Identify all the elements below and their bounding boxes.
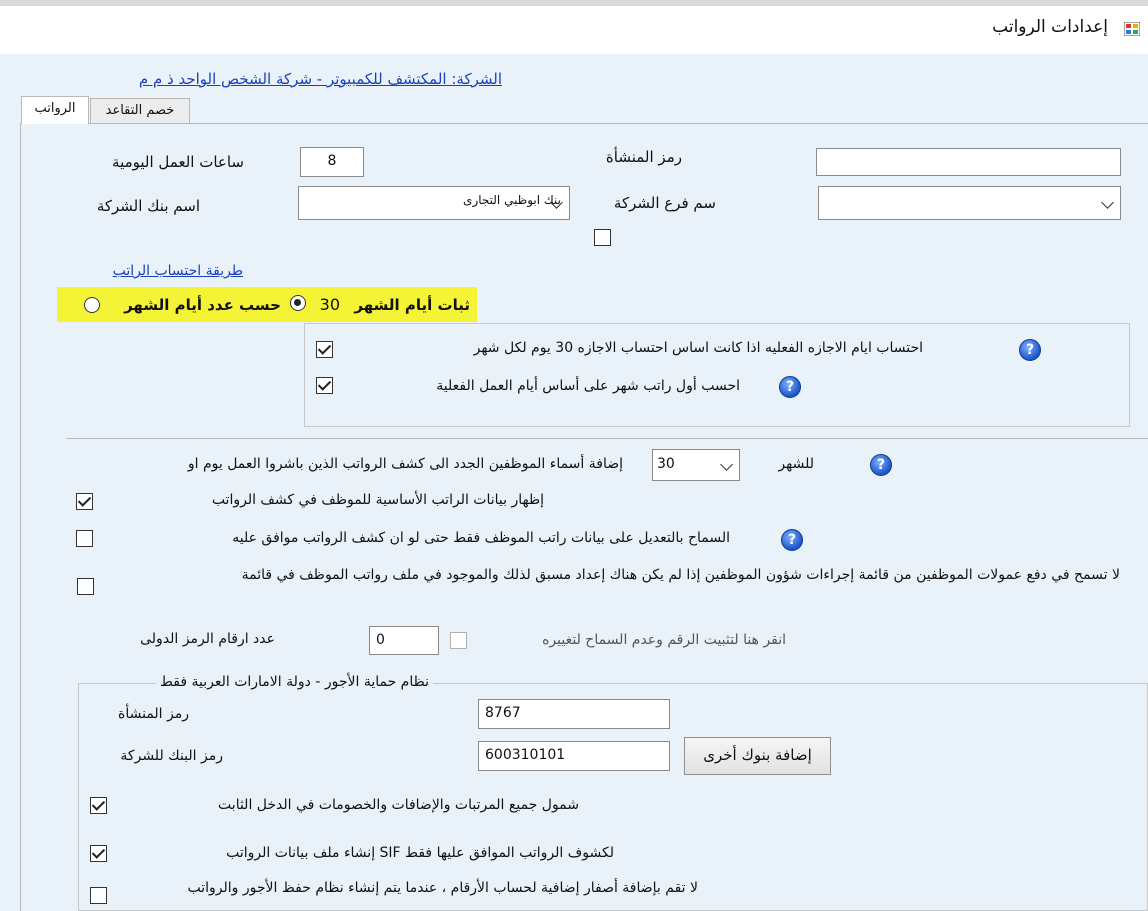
intl-digits-label: عدد ارقام الرمز الدولى: [140, 631, 275, 647]
leave-days-label: احتساب ايام الاجازه الفعليه اذا كانت اسا…: [473, 340, 923, 356]
wps-legend: نظام حماية الأجور - دولة الامارات العربي…: [155, 674, 433, 690]
company-bank-select[interactable]: بنك ابوظبي التجارى: [298, 186, 570, 220]
establishment-code-input[interactable]: [816, 148, 1121, 176]
separator: [66, 438, 1148, 439]
include-all-checkbox[interactable]: [90, 797, 107, 814]
intl-digits-input[interactable]: 0: [369, 626, 439, 655]
radio-by-days[interactable]: [84, 297, 100, 313]
company-bank-value: بنك ابوظبي التجارى: [463, 193, 561, 207]
radio-by-days-label: حسب عدد أيام الشهر: [124, 296, 281, 314]
fix-number-checkbox[interactable]: [450, 632, 467, 649]
app-window-icon: [1124, 22, 1140, 36]
wps-bank-code-label: رمز البنك للشركة: [120, 748, 223, 764]
include-all-label: شمول جميع المرتبات والإضافات والخصومات ف…: [218, 797, 579, 813]
show-basic-label: إظهار بيانات الراتب الأساسية للموظف في ك…: [211, 492, 544, 508]
allow-edit-label: السماح بالتعديل على بيانات راتب الموظف ف…: [232, 530, 730, 546]
chevron-down-icon: [1101, 196, 1114, 209]
radio-fixed-days[interactable]: [290, 295, 306, 311]
show-basic-checkbox[interactable]: [76, 493, 93, 510]
fix-number-label: انقر هنا لتثبيت الرقم وعدم السماح لتغيير…: [542, 632, 786, 648]
radio-fixed-days-number: 30: [319, 295, 340, 314]
wps-establishment-label: رمز المنشأة: [118, 706, 189, 722]
branch-checkbox[interactable]: [594, 229, 611, 246]
daily-hours-label: ساعات العمل اليومية: [112, 153, 244, 171]
help-icon[interactable]: ?: [1019, 339, 1041, 361]
chevron-down-icon: [720, 458, 733, 471]
help-icon[interactable]: ?: [779, 376, 801, 398]
wps-bank-code-input[interactable]: 600310101: [478, 741, 670, 771]
branch-label: سم فرع الشركة: [613, 194, 716, 212]
add-new-emp-day-value: 30: [657, 456, 675, 472]
no-commissions-label: لا تسمح في دفع عمولات الموظفين من قائمة …: [241, 567, 1120, 583]
tab-salaries[interactable]: الرواتب: [21, 96, 89, 124]
help-icon[interactable]: ?: [870, 454, 892, 476]
sif-label: لكشوف الرواتب الموافق عليها فقط SIF إنشا…: [226, 845, 614, 861]
first-salary-label: احسب أول راتب شهر على أساس أيام العمل ال…: [436, 378, 740, 394]
no-commissions-checkbox[interactable]: [77, 578, 94, 595]
daily-hours-input[interactable]: 8: [300, 147, 364, 177]
window-title: إعدادات الرواتب: [992, 17, 1108, 37]
company-link[interactable]: الشركة: المكتشف للكمبيوتر - شركة الشخص ا…: [139, 70, 502, 88]
salary-options-group: [304, 323, 1130, 427]
first-salary-checkbox[interactable]: [316, 377, 333, 394]
radio-fixed-days-label: ثبات أيام الشهر: [354, 296, 470, 314]
allow-edit-checkbox[interactable]: [76, 530, 93, 547]
add-new-emp-label: إضافة أسماء الموظفين الجدد الى كشف الروا…: [187, 456, 623, 472]
add-new-emp-suffix: للشهر: [778, 456, 814, 472]
establishment-code-label: رمز المنشأة: [605, 148, 682, 166]
add-banks-button[interactable]: إضافة بنوك أخرى: [684, 737, 831, 775]
leave-days-checkbox[interactable]: [316, 341, 333, 358]
no-zeros-label: لا تقم بإضافة أصفار إضافية لحساب الأرقام…: [187, 880, 698, 896]
branch-select[interactable]: [818, 186, 1121, 220]
add-new-emp-day-select[interactable]: 30: [652, 449, 740, 481]
help-icon[interactable]: ?: [781, 529, 803, 551]
tab-retirement-deduction[interactable]: خصم التقاعد: [90, 98, 190, 124]
no-zeros-checkbox[interactable]: [90, 887, 107, 904]
wps-establishment-input[interactable]: 8767: [478, 699, 670, 729]
salary-method-link[interactable]: طريقة احتساب الراتب: [113, 263, 243, 279]
title-bar: [0, 0, 1148, 54]
sif-checkbox[interactable]: [90, 845, 107, 862]
company-bank-label: اسم بنك الشركة: [96, 197, 200, 215]
